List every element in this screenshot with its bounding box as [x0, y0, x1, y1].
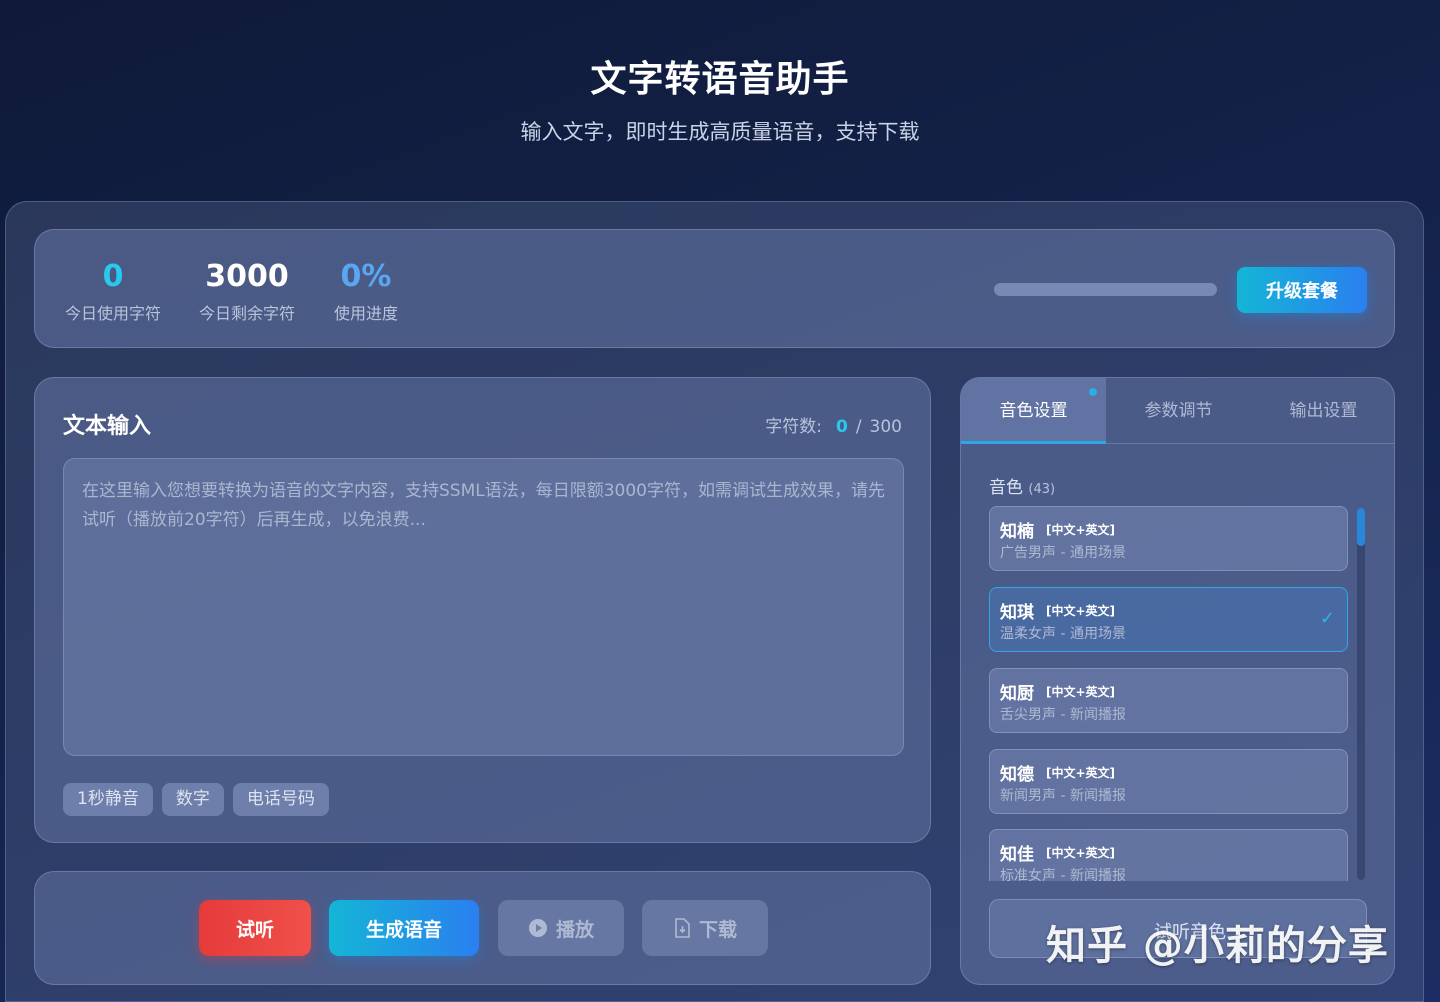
voice-name: 知琪 — [1000, 603, 1034, 623]
char-counter: 字符数: 0 / 300 — [765, 412, 902, 437]
voice-language-tag: [中文+英文] — [1046, 604, 1116, 618]
download-button-label: 下载 — [698, 918, 737, 941]
play-button[interactable]: 播放 — [498, 900, 624, 956]
download-file-icon — [675, 918, 690, 938]
tab-output-settings[interactable]: 输出设置 — [1251, 378, 1394, 444]
voice-item-selected[interactable]: 知琪 [中文+英文] 温柔女声 - 通用场景 ✓ — [989, 587, 1348, 652]
checkmark-icon: ✓ — [1319, 608, 1335, 629]
page-header: 文字转语音助手 输入文字，即时生成高质量语音，支持下载 — [0, 0, 1440, 200]
text-input-title: 文本输入 — [63, 414, 152, 439]
listen-button-label: 试听 — [235, 918, 274, 941]
text-input-placeholder: 在这里输入您想要转换为语音的文字内容，支持SSML语法，每日限额3000字符，如… — [82, 481, 885, 530]
listen-button[interactable]: 试听 — [199, 900, 311, 956]
stat-progress-value: 0% — [340, 259, 392, 294]
settings-tabs: 音色设置 参数调节 输出设置 — [961, 378, 1394, 444]
voice-section-label: 音色 (43) — [989, 473, 1055, 498]
voice-language-tag: [中文+英文] — [1046, 766, 1116, 780]
voice-name: 知厨 — [1000, 684, 1034, 704]
voice-count: (43) — [1028, 482, 1056, 497]
settings-panel: 音色设置 参数调节 输出设置 音色 (43) 知楠 [中文+英文] 广告男声 -… — [960, 377, 1395, 985]
voice-description: 广告男声 - 通用场景 — [1000, 545, 1126, 561]
download-button[interactable]: 下载 — [642, 900, 768, 956]
voice-description: 温柔女声 - 通用场景 — [1000, 626, 1126, 642]
voice-description: 新闻男声 - 新闻播报 — [1000, 788, 1126, 804]
tab-voice-settings[interactable]: 音色设置 — [961, 378, 1106, 444]
voice-description: 标准女声 - 新闻播报 — [1000, 868, 1126, 881]
voice-item[interactable]: 知佳 [中文+英文] 标准女声 - 新闻播报 — [989, 829, 1348, 881]
stat-progress-label: 使用进度 — [333, 304, 398, 323]
usage-progress-bar — [994, 283, 1217, 296]
char-count-max: 300 — [869, 417, 902, 437]
page-subtitle: 输入文字，即时生成高质量语音，支持下载 — [520, 120, 920, 144]
voice-item[interactable]: 知楠 [中文+英文] 广告男声 - 通用场景 — [989, 506, 1348, 571]
voice-label-text: 音色 — [989, 478, 1023, 498]
stat-used-value: 0 — [102, 259, 124, 294]
stat-used-label: 今日使用字符 — [64, 304, 161, 323]
chip-silence[interactable]: 1秒静音 — [63, 783, 153, 816]
tab-active-dot — [1089, 388, 1097, 396]
voice-language-tag: [中文+英文] — [1046, 523, 1116, 537]
voice-language-tag: [中文+英文] — [1046, 685, 1116, 699]
stat-progress: 0% 使用进度 — [329, 258, 403, 324]
chip-number[interactable]: 数字 — [161, 783, 224, 816]
page-title: 文字转语音助手 — [590, 59, 850, 100]
voice-list-scrollbar[interactable] — [1357, 508, 1365, 880]
voice-item[interactable]: 知德 [中文+英文] 新闻男声 - 新闻播报 — [989, 749, 1348, 814]
usage-stats-bar: 0 今日使用字符 3000 今日剩余字符 0% 使用进度 升级套餐 — [34, 229, 1395, 348]
upgrade-plan-button[interactable]: 升级套餐 — [1237, 267, 1367, 313]
voice-description: 舌尖男声 - 新闻播报 — [1000, 707, 1126, 723]
stat-remaining-label: 今日剩余字符 — [198, 304, 295, 323]
voice-name: 知楠 — [1000, 522, 1034, 542]
voice-item[interactable]: 知厨 [中文+英文] 舌尖男声 - 新闻播报 — [989, 668, 1348, 733]
voice-list: 知楠 [中文+英文] 广告男声 - 通用场景 知琪 [中文+英文] 温柔女声 -… — [989, 506, 1349, 881]
text-input-panel: 文本输入 字符数: 0 / 300 在这里输入您想要转换为语音的文字内容，支持SSML… — [34, 377, 931, 843]
stat-remaining-value: 3000 — [205, 259, 289, 294]
voice-name: 知德 — [1000, 765, 1034, 785]
generate-button[interactable]: 生成语音 — [329, 900, 479, 956]
play-button-label: 播放 — [555, 918, 594, 941]
char-count-label: 字符数: — [765, 417, 822, 437]
chip-phone[interactable]: 电话号码 — [232, 783, 329, 816]
char-count-separator: / — [855, 417, 862, 437]
generate-button-label: 生成语音 — [365, 918, 442, 941]
play-icon — [528, 919, 547, 937]
voice-list-scroll-thumb[interactable] — [1357, 508, 1365, 546]
voice-language-tag: [中文+英文] — [1046, 846, 1116, 860]
stat-used: 0 今日使用字符 — [63, 258, 163, 324]
voice-name: 知佳 — [1000, 845, 1034, 865]
stat-remaining: 3000 今日剩余字符 — [195, 258, 299, 324]
char-count-current: 0 — [835, 417, 848, 437]
action-panel: 试听 生成语音 播放 下载 — [34, 871, 931, 985]
text-input-area[interactable]: 在这里输入您想要转换为语音的文字内容，支持SSML语法，每日限额3000字符，如… — [63, 458, 904, 756]
ssml-chip-row: 1秒静音 数字 电话号码 — [63, 783, 329, 816]
watermark: 知乎 @小莉的分享 — [1046, 923, 1389, 969]
tab-parameters[interactable]: 参数调节 — [1106, 378, 1251, 444]
